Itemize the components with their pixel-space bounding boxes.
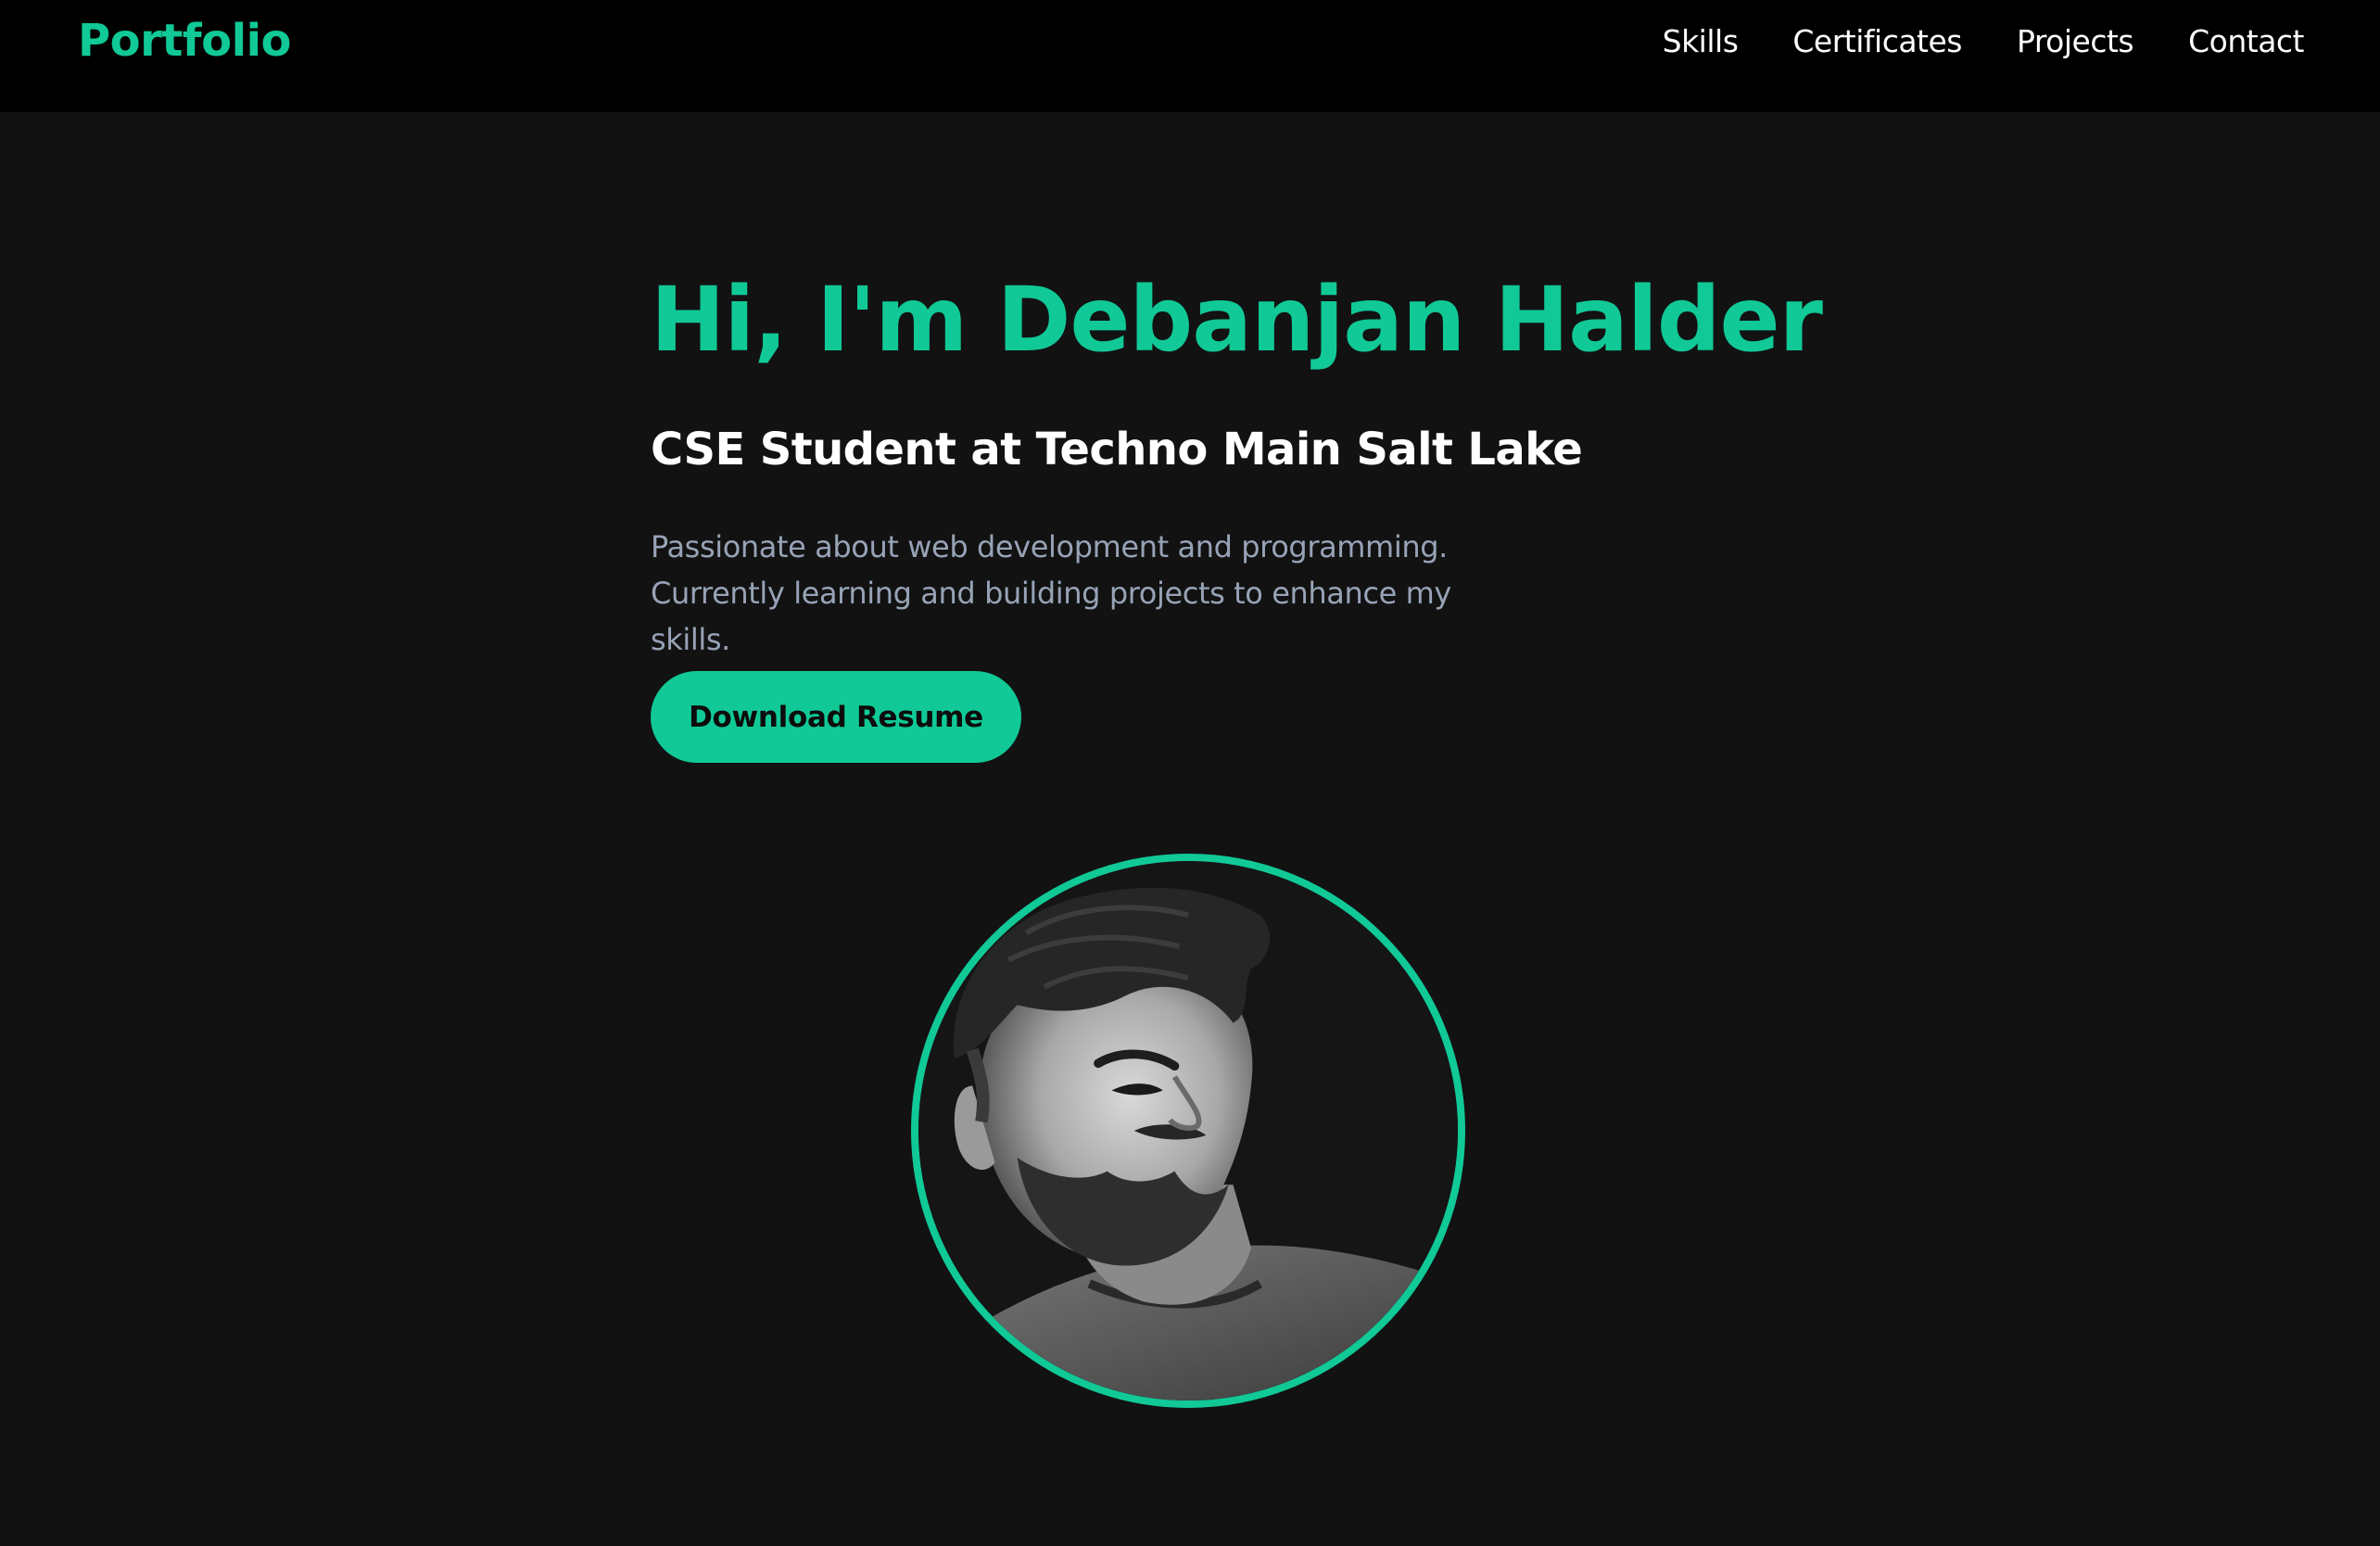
nav-links: Skills Certificates Projects Contact	[1663, 20, 2305, 63]
profile-photo-icon	[918, 861, 1458, 1400]
nav-link-certificates[interactable]: Certificates	[1792, 20, 1962, 63]
download-resume-button[interactable]: Download Resume	[651, 671, 1021, 763]
nav-link-projects[interactable]: Projects	[2017, 20, 2134, 63]
hero-description: Passionate about web development and pro…	[651, 529, 1451, 657]
profile-avatar	[911, 854, 1465, 1408]
hero-subtitle: CSE Student at Techno Main Salt Lake	[651, 424, 1583, 475]
hero-title: Hi, I'm Debanjan Halder	[651, 268, 1823, 372]
brand-logo-link[interactable]: Portfolio	[78, 13, 292, 69]
nav-link-contact[interactable]: Contact	[2188, 20, 2304, 63]
nav-link-skills[interactable]: Skills	[1663, 20, 1739, 63]
hero-section: Hi, I'm Debanjan Halder CSE Student at T…	[651, 264, 1823, 763]
navbar: Portfolio Skills Certificates Projects C…	[0, 0, 2380, 112]
